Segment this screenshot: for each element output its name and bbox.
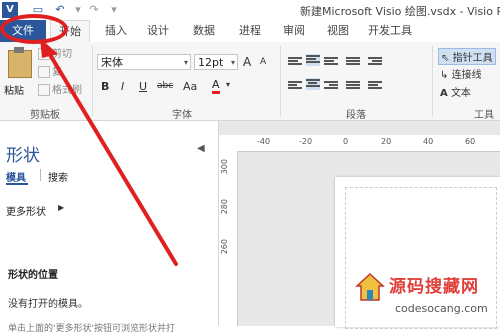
house-logo-icon: [355, 272, 385, 301]
watermark: 源码搜藏网 codesocang.com: [355, 272, 500, 326]
watermark-url: codesocang.com: [395, 302, 488, 315]
watermark-title: 源码搜藏网: [389, 277, 479, 297]
